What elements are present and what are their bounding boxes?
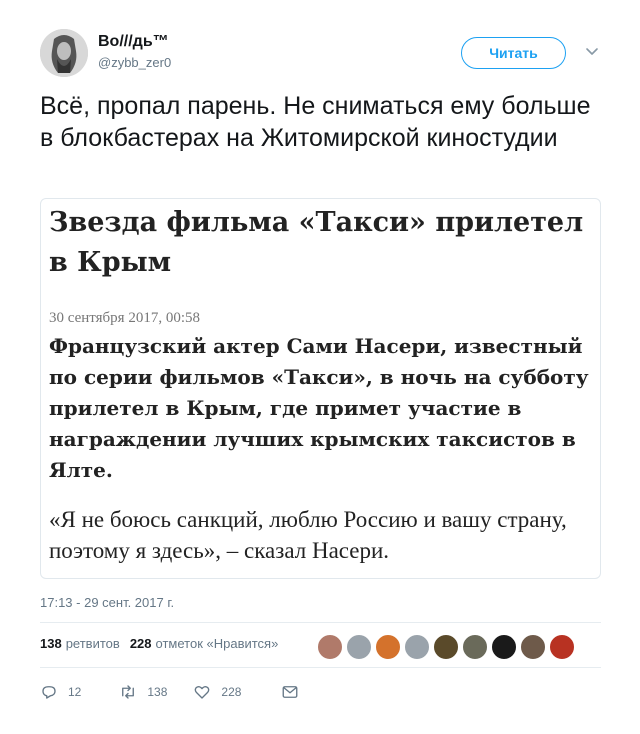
reply-icon bbox=[42, 686, 56, 699]
article-quote: «Я не боюсь санкций, люблю Россию и вашу… bbox=[49, 507, 567, 563]
likes-label: отметок «Нравится» bbox=[155, 636, 279, 651]
liker-avatar[interactable] bbox=[491, 634, 517, 660]
tweet-actions: 12 138 228 bbox=[40, 683, 299, 701]
divider bbox=[40, 622, 601, 623]
chevron-down-icon[interactable] bbox=[584, 43, 600, 59]
direct-message-button[interactable] bbox=[281, 683, 299, 701]
retweet-count: 138 bbox=[147, 685, 168, 699]
retweets-stat[interactable]: 138 ретвитов bbox=[40, 636, 120, 651]
envelope-icon bbox=[282, 686, 298, 698]
like-button[interactable]: 228 bbox=[193, 683, 241, 701]
liker-avatar[interactable] bbox=[433, 634, 459, 660]
article-date: 30 сентября 2017, 00:58 bbox=[49, 310, 200, 326]
liker-avatar[interactable] bbox=[520, 634, 546, 660]
tweet-stats: 138 ретвитов 228 отметок «Нравится» bbox=[40, 636, 278, 651]
liker-avatar[interactable] bbox=[375, 634, 401, 660]
liker-avatar[interactable] bbox=[462, 634, 488, 660]
display-name[interactable]: Во///дь™ bbox=[98, 33, 169, 51]
avatar[interactable] bbox=[40, 29, 88, 77]
retweet-icon bbox=[122, 685, 135, 699]
liker-avatar[interactable] bbox=[346, 634, 372, 660]
divider bbox=[40, 667, 601, 668]
tweet-text: Всё, пропал парень. Не сниматься ему бол… bbox=[40, 92, 591, 152]
liker-avatar[interactable] bbox=[549, 634, 575, 660]
likes-count: 228 bbox=[129, 636, 152, 651]
likes-stat[interactable]: 228 отметок «Нравится» bbox=[130, 636, 279, 651]
retweets-count: 138 bbox=[40, 636, 62, 651]
reply-button[interactable]: 12 bbox=[40, 683, 81, 701]
article-lead: Французский актер Сами Насери, известный… bbox=[49, 334, 589, 482]
liker-avatar[interactable] bbox=[317, 634, 343, 660]
avatar-portrait bbox=[40, 29, 88, 77]
attached-image[interactable]: Звезда фильма «Такси» прилетел в Крым 30… bbox=[40, 198, 601, 579]
retweets-label: ретвитов bbox=[65, 636, 120, 651]
heart-icon bbox=[195, 685, 210, 699]
liker-avatars bbox=[317, 634, 578, 660]
tweet-timestamp[interactable]: 17:13 - 29 сент. 2017 г. bbox=[40, 595, 174, 610]
retweet-button[interactable]: 138 bbox=[119, 683, 167, 701]
like-count: 228 bbox=[221, 685, 242, 699]
reply-count: 12 bbox=[68, 685, 82, 699]
liker-avatar[interactable] bbox=[404, 634, 430, 660]
follow-button[interactable]: Читать bbox=[461, 37, 566, 69]
article-headline: Звезда фильма «Такси» прилетел в Крым bbox=[49, 207, 584, 278]
user-handle[interactable]: @zybb_zer0 bbox=[98, 55, 171, 70]
